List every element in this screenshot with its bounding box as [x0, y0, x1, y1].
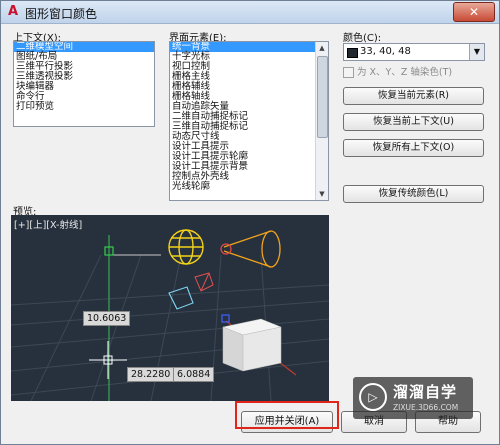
preview-viewport: [+][上][X-射线] 10.6063 28.2280 6.0884: [11, 215, 329, 401]
grip-marker: [221, 314, 230, 323]
scroll-thumb[interactable]: [317, 56, 328, 138]
restore-all-contexts-button[interactable]: 恢复所有上下文(O): [343, 139, 484, 157]
interface-element-items: 统一背景 十字光标 视口控制 栅格主线 栅格辅线 栅格轴线 自动追踪矢量 二维自动捕捉标记 三维…: [170, 42, 328, 192]
close-button[interactable]: ✕: [453, 2, 495, 22]
highlight-frame: [235, 401, 339, 429]
dialog-window: A 图形窗口颜色 ✕ 上下文(X): 二维模型空间 图纸/布局 三维平行投影 三维透视…: [0, 0, 500, 445]
color-select[interactable]: 33, 40, 48 ▼: [343, 43, 485, 61]
color-label: 颜色(C):: [343, 33, 382, 44]
context-list-item[interactable]: 打印预览: [14, 102, 154, 112]
window-title: 图形窗口颜色: [25, 7, 98, 21]
tint-axes-label: 为 X、Y、Z 轴染色(T): [357, 67, 453, 78]
dimension-tooltip-3: 6.0884: [173, 367, 215, 382]
cube-shape: [222, 318, 282, 372]
chevron-down-icon[interactable]: ▼: [469, 44, 484, 60]
restore-current-context-button[interactable]: 恢复当前上下文(U): [343, 113, 484, 131]
spotlight-icon: [220, 230, 281, 268]
watermark-subtitle: ZIXUE.3D66.COM: [393, 403, 459, 412]
play-logo-icon: ▷: [359, 383, 387, 411]
restore-classic-colors-button[interactable]: 恢复传统颜色(L): [343, 185, 484, 203]
viewport-label: [+][上][X-射线]: [14, 220, 83, 231]
restore-current-element-button[interactable]: 恢复当前元素(R): [343, 87, 484, 105]
title-bar[interactable]: A 图形窗口颜色 ✕: [1, 1, 499, 24]
crosshair-icon: [89, 341, 127, 379]
color-value: 33, 40, 48: [360, 46, 411, 57]
light-globe-icon: [168, 229, 204, 265]
tint-axes-checkbox[interactable]: 为 X、Y、Z 轴染色(T): [343, 64, 452, 78]
list-scrollbar[interactable]: ▲ ▼: [315, 42, 328, 200]
scroll-down-icon[interactable]: ▼: [316, 188, 328, 200]
watermark-title: 溜溜自学: [393, 383, 458, 401]
checkbox-box[interactable]: [343, 67, 354, 78]
camera-glyph-red: [194, 272, 214, 292]
dimension-tooltip-1: 10.6063: [83, 311, 131, 326]
dimension-tooltip-2: 28.2280: [127, 367, 175, 382]
interface-element-list[interactable]: 统一背景 十字光标 视口控制 栅格主线 栅格辅线 栅格轴线 自动追踪矢量 二维自动捕捉标记 三维…: [169, 41, 329, 201]
watermark-badge: ▷ 溜溜自学 ZIXUE.3D66.COM: [353, 377, 473, 419]
context-list[interactable]: 二维模型空间 图纸/布局 三维平行投影 三维透视投影 块编辑器 命令行 打印预览: [13, 41, 155, 127]
scroll-up-icon[interactable]: ▲: [316, 42, 328, 54]
autocad-logo-icon: A: [7, 4, 19, 19]
interface-list-item[interactable]: 光线轮廓: [170, 182, 328, 192]
color-swatch: [347, 48, 358, 58]
